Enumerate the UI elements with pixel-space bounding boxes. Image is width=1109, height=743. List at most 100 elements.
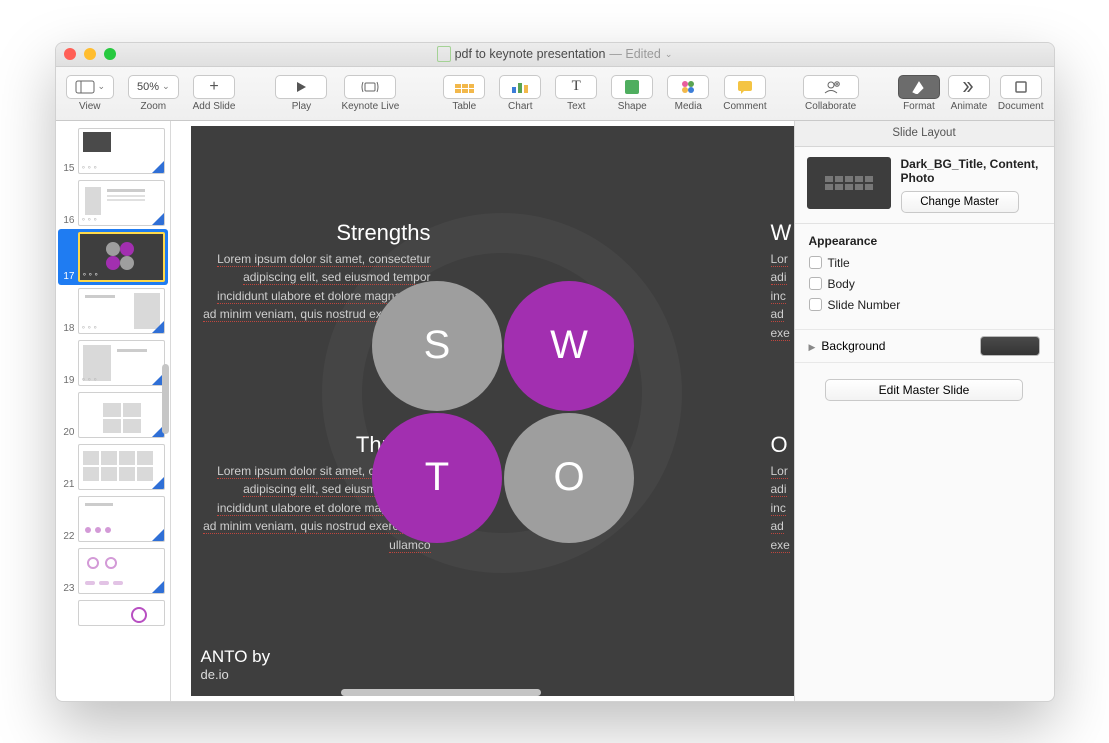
table-button[interactable] — [443, 75, 485, 99]
slide-thumb-17[interactable]: 17⚬⚬⚬ — [58, 229, 168, 285]
chart-label: Chart — [508, 101, 532, 112]
view-group: ⌄ View — [66, 75, 115, 112]
collaborate-button[interactable] — [803, 75, 859, 99]
appearance-section: Appearance Title Body Slide Number — [795, 223, 1054, 329]
body-checkbox-row[interactable]: Body — [809, 277, 1040, 291]
animate-label: Animate — [951, 101, 988, 112]
shape-label: Shape — [618, 101, 647, 112]
titlebar[interactable]: pdf to keynote presentation — Edited ⌄ — [56, 43, 1054, 67]
slide-thumb-16[interactable]: 16⚬⚬⚬ — [58, 177, 168, 229]
document-button[interactable] — [1000, 75, 1042, 99]
comment-icon — [737, 80, 753, 94]
opportunities-body-frag: Lor adi inc ad exe — [771, 464, 790, 553]
footer-line-2: de.io — [201, 667, 271, 682]
slide-navigator[interactable]: 15⚬⚬⚬ 16⚬⚬⚬ 17⚬⚬⚬ 18⚬⚬⚬ 19⚬⚬⚬ 20 21 22 2… — [56, 121, 171, 701]
text-button[interactable]: T — [555, 75, 597, 99]
slide-thumb-19[interactable]: 19⚬⚬⚬ — [58, 337, 168, 389]
master-thumbnail[interactable] — [807, 157, 891, 209]
footer-line-1: ANTO by — [201, 647, 271, 667]
chart-icon — [510, 80, 530, 94]
toolbar: ⌄ View 50% ⌄ Zoom + Add Slide Play Keyno… — [56, 67, 1054, 121]
title-checkbox-row[interactable]: Title — [809, 256, 1040, 270]
slide-thumb-20[interactable]: 20 — [58, 389, 168, 441]
opportunities-block[interactable]: O Lor adi inc ad exe — [771, 428, 794, 555]
document-icon — [437, 46, 451, 62]
view-icon — [75, 80, 95, 94]
broadcast-icon — [360, 81, 380, 93]
media-icon — [680, 79, 696, 95]
zoom-label: Zoom — [141, 101, 167, 112]
format-button[interactable] — [898, 75, 940, 99]
comment-label: Comment — [723, 101, 766, 112]
swot-circle-t[interactable]: T — [372, 413, 502, 543]
shape-button[interactable] — [611, 75, 653, 99]
background-swatch[interactable] — [980, 336, 1040, 356]
animate-button[interactable] — [948, 75, 990, 99]
swot-circle-o[interactable]: O — [504, 413, 634, 543]
inspector-header[interactable]: Slide Layout — [795, 121, 1054, 147]
opportunities-title-initial: O — [771, 428, 794, 462]
animate-icon — [961, 80, 977, 94]
document-label: Document — [998, 101, 1044, 112]
disclosure-triangle-icon[interactable]: ▶ — [809, 342, 816, 353]
add-slide-label: Add Slide — [193, 101, 236, 112]
slide[interactable]: Strengths Lorem ipsum dolor sit amet, co… — [191, 126, 794, 696]
format-icon — [911, 80, 927, 94]
slidenum-checkbox-row[interactable]: Slide Number — [809, 298, 1040, 312]
window-title-text: pdf to keynote presentation — [455, 47, 606, 61]
background-row[interactable]: ▶ Background — [795, 329, 1054, 363]
content-area: 15⚬⚬⚬ 16⚬⚬⚬ 17⚬⚬⚬ 18⚬⚬⚬ 19⚬⚬⚬ 20 21 22 2… — [56, 121, 1054, 701]
keynote-live-label: Keynote Live — [341, 101, 399, 112]
slide-canvas[interactable]: Strengths Lorem ipsum dolor sit amet, co… — [171, 121, 794, 701]
window-edited-label: — Edited — [609, 47, 660, 61]
canvas-scrollbar[interactable] — [291, 688, 782, 698]
edit-master-slide-button[interactable]: Edit Master Slide — [825, 379, 1023, 401]
slide-thumb-23[interactable]: 23 — [58, 545, 168, 597]
master-name: Dark_BG_Title, Content, Photo — [901, 157, 1039, 185]
checkbox-icon[interactable] — [809, 298, 822, 311]
play-button[interactable] — [275, 75, 327, 99]
appearance-label: Appearance — [809, 234, 1040, 248]
chevron-down-icon: ⌄ — [665, 49, 673, 60]
media-button[interactable] — [667, 75, 709, 99]
slide-footer[interactable]: ANTO by de.io — [201, 647, 271, 682]
format-label: Format — [903, 101, 935, 112]
chart-button[interactable] — [499, 75, 541, 99]
plus-icon: + — [209, 78, 218, 96]
zoom-button[interactable]: 50% ⌄ — [128, 75, 179, 99]
comment-button[interactable] — [724, 75, 766, 99]
text-label: Text — [567, 101, 585, 112]
media-label: Media — [675, 101, 702, 112]
slide-thumb-18[interactable]: 18⚬⚬⚬ — [58, 285, 168, 337]
checkbox-icon[interactable] — [809, 256, 822, 269]
table-label: Table — [452, 101, 476, 112]
swot-circle-w[interactable]: W — [504, 281, 634, 411]
collaborate-icon — [822, 80, 840, 94]
inspector-panel: Slide Layout Dark_BG_Title, Content, Pho… — [794, 121, 1054, 701]
zoom-value: 50% — [137, 81, 159, 93]
slide-thumb-24[interactable] — [58, 597, 168, 629]
strengths-title: Strengths — [201, 216, 431, 250]
navigator-scrollbar[interactable] — [162, 364, 169, 434]
body-checkbox-label: Body — [828, 277, 855, 291]
checkbox-icon[interactable] — [809, 277, 822, 290]
view-button[interactable]: ⌄ — [66, 75, 115, 99]
slide-thumb-22[interactable]: 22 — [58, 493, 168, 545]
text-icon: T — [572, 78, 581, 95]
weaknesses-body-frag: Lor adi inc ad exe — [771, 252, 790, 341]
slide-thumb-15[interactable]: 15⚬⚬⚬ — [58, 125, 168, 177]
window-title[interactable]: pdf to keynote presentation — Edited ⌄ — [56, 46, 1054, 62]
change-master-button[interactable]: Change Master — [901, 191, 1019, 213]
swot-circle-s[interactable]: S — [372, 281, 502, 411]
add-slide-button[interactable]: + — [193, 75, 235, 99]
document-icon — [1014, 80, 1028, 94]
master-section: Dark_BG_Title, Content, Photo Change Mas… — [795, 147, 1054, 223]
keynote-live-button[interactable] — [344, 75, 396, 99]
title-checkbox-label: Title — [828, 256, 850, 270]
slide-thumb-21[interactable]: 21 — [58, 441, 168, 493]
weaknesses-block[interactable]: W Lor adi inc ad exe — [771, 216, 794, 343]
background-label: Background — [821, 339, 885, 353]
view-label: View — [79, 101, 101, 112]
app-window: pdf to keynote presentation — Edited ⌄ ⌄… — [55, 42, 1055, 702]
chevron-down-icon: ⌄ — [162, 81, 170, 92]
